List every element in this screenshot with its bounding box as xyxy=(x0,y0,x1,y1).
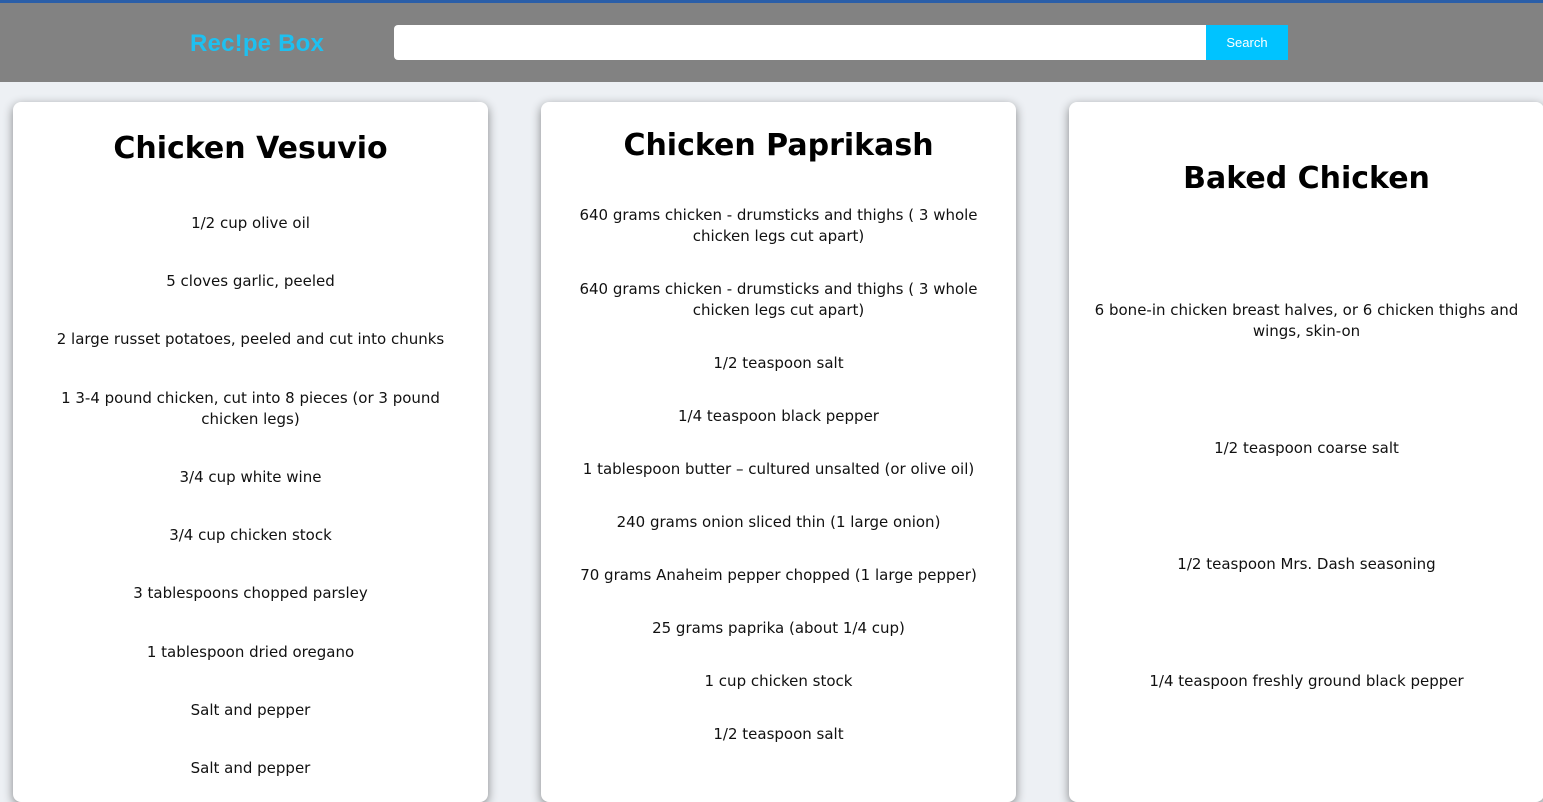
ingredient-item: 5 cloves garlic, peeled xyxy=(166,272,335,290)
ingredient-item: 640 grams chicken - drumsticks and thigh… xyxy=(579,280,978,319)
ingredient-item: 1/2 teaspoon Mrs. Dash seasoning xyxy=(1177,555,1436,573)
recipe-title: Chicken Paprikash xyxy=(623,128,934,163)
ingredient-item: 1/2 teaspoon salt xyxy=(713,725,844,743)
search-button[interactable]: Search xyxy=(1206,25,1288,60)
ingredient-item: 25 grams paprika (about 1/4 cup) xyxy=(652,619,905,637)
ingredient-item: 1/4 teaspoon freshly ground black pepper xyxy=(1149,672,1464,690)
ingredient-item: 2 large russet potatoes, peeled and cut … xyxy=(56,330,445,348)
ingredient-item: 3/4 cup white wine xyxy=(179,468,322,486)
ingredient-item: 70 grams Anaheim pepper chopped (1 large… xyxy=(580,566,977,584)
search-input[interactable] xyxy=(394,25,1206,60)
ingredient-item: Salt and pepper xyxy=(190,759,311,777)
recipe-title: Baked Chicken xyxy=(1183,161,1430,196)
ingredient-item: 1/2 cup olive oil xyxy=(191,214,310,232)
ingredient-item: 640 grams chicken - drumsticks and thigh… xyxy=(579,206,978,245)
ingredient-item: 3/4 cup chicken stock xyxy=(169,526,332,544)
ingredient-item: Salt and pepper xyxy=(190,701,311,719)
brand-logo[interactable]: Rec!pe Box xyxy=(190,29,324,59)
ingredient-item: 240 grams onion sliced thin (1 large oni… xyxy=(616,513,941,531)
ingredient-item: 6 bone-in chicken breast halves, or 6 ch… xyxy=(1094,301,1519,340)
ingredient-item: 1/4 teaspoon black pepper xyxy=(678,407,879,425)
top-navbar: Rec!pe Box Search xyxy=(0,3,1543,82)
recipe-card-chicken-vesuvio[interactable]: Chicken Vesuvio 1/2 cup olive oil 5 clov… xyxy=(13,102,488,802)
ingredient-item: 1/2 teaspoon coarse salt xyxy=(1214,439,1399,457)
ingredient-item: 1 cup chicken stock xyxy=(704,672,853,690)
recipe-card-chicken-paprikash[interactable]: Chicken Paprikash 640 grams chicken - dr… xyxy=(541,102,1016,802)
ingredient-item: 1/2 teaspoon salt xyxy=(713,354,844,372)
recipe-card-baked-chicken[interactable]: Baked Chicken 6 bone-in chicken breast h… xyxy=(1069,102,1543,802)
ingredient-item: 1 tablespoon dried oregano xyxy=(146,643,355,661)
recipe-title: Chicken Vesuvio xyxy=(113,131,388,166)
ingredient-item: 1 3-4 pound chicken, cut into 8 pieces (… xyxy=(61,389,440,428)
ingredient-item: 3 tablespoons chopped parsley xyxy=(133,584,368,602)
ingredient-item: 1 tablespoon butter – cultured unsalted … xyxy=(582,460,975,478)
